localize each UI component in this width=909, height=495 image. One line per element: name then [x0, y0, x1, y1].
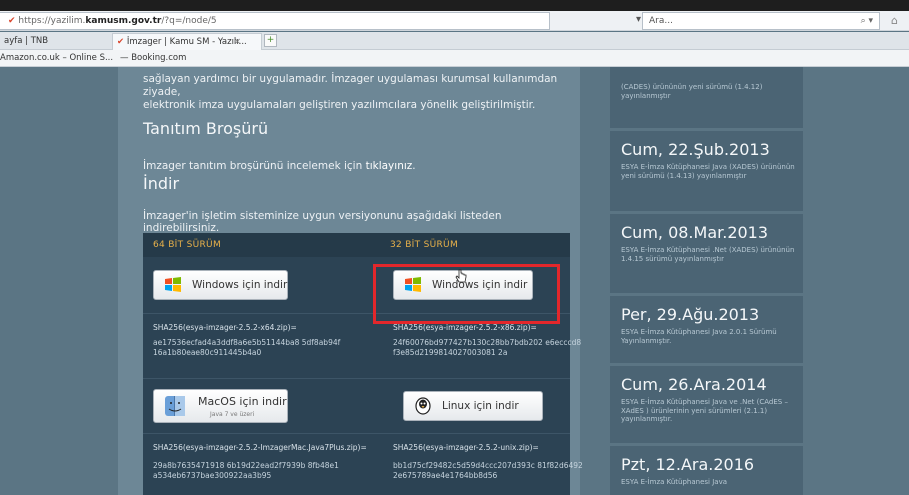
new-tab-button[interactable]: +: [264, 34, 277, 47]
bookmark-booking[interactable]: — Booking.com: [120, 50, 186, 66]
url-suffix: /?q=/node/5: [161, 16, 217, 26]
news-text: ESYA E-İmza Kütüphanesi Java: [621, 478, 728, 486]
brochure-link[interactable]: tıklayınız: [366, 160, 413, 172]
news-item[interactable]: Pzt, 12.Ara.2016 ESYA E-İmza Kütüphanesi…: [610, 446, 803, 495]
news-sidebar: (CADES) ürününün yeni sürümü (1.4.12) ya…: [610, 67, 803, 495]
url-prefix: https://yazilim.: [18, 16, 86, 26]
tab-label: İmzager | Kamu SM - Yazılı...: [126, 37, 247, 47]
close-tab-icon[interactable]: ×: [234, 34, 241, 50]
hash32-title: SHA256(esya-imzager-2.5.2-x86.zip)=: [393, 323, 537, 332]
search-placeholder: Ara...: [649, 16, 673, 26]
bookmark-amazon[interactable]: Amazon.co.uk – Online S...: [0, 50, 113, 66]
bookmark-label: Booking.com: [131, 53, 187, 63]
news-item[interactable]: Cum, 22.Şub.2013 ESYA E-İmza Kütüphanesi…: [610, 131, 803, 214]
intro-text: sağlayan yardımcı bir uygulamadır. İmzag…: [143, 73, 558, 111]
firefox-icon: ✔: [8, 16, 16, 26]
news-text: ESYA E-İmza Kütüphanesi Java ve .Net (CA…: [621, 398, 788, 423]
hashmac-title: SHA256(esya-imzager-2.5.2-ImzagerMac.Jav…: [153, 443, 367, 452]
brochure-heading: Tanıtım Broşürü: [143, 119, 269, 138]
news-date: Cum, 26.Ara.2014: [621, 375, 767, 394]
search-input[interactable]: Ara... ⌕ ▾: [642, 12, 880, 30]
firefox-tab-icon: ✔: [117, 37, 125, 47]
hash32-value: 24f60076bd977427b130c28bb7bdb202 e6ecccd…: [393, 338, 582, 357]
news-item[interactable]: (CADES) ürününün yeni sürümü (1.4.12) ya…: [610, 67, 803, 131]
hashunix-title: SHA256(esya-imzager-2.5.2-unix.zip)=: [393, 443, 539, 452]
hash64-title: SHA256(esya-imzager-2.5.2-x64.zip)=: [153, 323, 297, 332]
macos-finder-icon: [165, 396, 185, 416]
windows-icon: [165, 277, 181, 292]
news-text: ESYA E-İmza Kütüphanesi Java (XADES) ürü…: [621, 163, 795, 180]
download-text: İmzager'in işletim sisteminize uygun ver…: [143, 210, 502, 234]
hashmac-value: 29a8b7635471918 6b19d22ead2f7939b 8fb48e…: [153, 461, 339, 480]
table-header: 64 BİT SÜRÜM 32 BİT SÜRÜM: [143, 233, 570, 257]
linux-tux-icon: [415, 397, 431, 415]
brochure-text: İmzager tanıtım broşürünü incelemek için…: [143, 160, 416, 172]
button-label: Linux için indir: [442, 400, 519, 412]
button-sublabel: Java 7 ve üzeri: [210, 411, 255, 418]
hand-cursor-icon: [455, 269, 467, 283]
tab-label: ayfa | TNB: [4, 36, 49, 46]
tab-imzager[interactable]: ✔ İmzager | Kamu SM - Yazılı... ×: [112, 33, 262, 50]
search-icon[interactable]: ⌕ ▾: [861, 13, 873, 29]
button-label: Windows için indir: [192, 279, 288, 291]
row-divider: [143, 433, 570, 434]
col-64bit: 64 BİT SÜRÜM: [153, 240, 222, 250]
news-date: Cum, 08.Mar.2013: [621, 223, 769, 242]
window-titlebar: [0, 0, 909, 11]
hashunix-value: bb1d75cf29482c5d59d4ccc207d393c 81f82d64…: [393, 461, 583, 480]
news-item[interactable]: Per, 29.Ağu.2013 ESYA E-İmza Kütüphanesi…: [610, 296, 803, 366]
news-text: ESYA E-İmza Kütüphanesi .Net (XADES) ürü…: [621, 246, 795, 263]
url-domain: kamusm.gov.tr: [85, 16, 162, 26]
button-label: MacOS için indir: [198, 395, 287, 408]
news-text: ESYA E-İmza Kütüphanesi Java 2.0.1 Sürüm…: [621, 328, 777, 345]
hash64-value: ae17536ecfad4a3ddf8a6e5b51144ba8 5df8ab9…: [153, 338, 341, 357]
news-item[interactable]: Cum, 08.Mar.2013 ESYA E-İmza Kütüphanesi…: [610, 214, 803, 296]
linux-download-button[interactable]: Linux için indir: [403, 391, 543, 421]
row-divider: [143, 378, 570, 379]
news-date: Per, 29.Ağu.2013: [621, 305, 760, 324]
windows-64-download-button[interactable]: Windows için indir: [153, 270, 288, 300]
news-date: Cum, 22.Şub.2013: [621, 140, 770, 159]
col-32bit: 32 BİT SÜRÜM: [390, 240, 459, 250]
download-heading: İndir: [143, 174, 180, 193]
navigation-bar: ✔ https://yazilim.kamusm.gov.tr/?q=/node…: [0, 11, 909, 31]
news-item[interactable]: Cum, 26.Ara.2014 ESYA E-İmza Kütüphanesi…: [610, 366, 803, 446]
tab-tnb[interactable]: ayfa | TNB: [0, 33, 110, 50]
macos-download-button[interactable]: MacOS için indir Java 7 ve üzeri: [153, 389, 288, 423]
tab-bar: ayfa | TNB ✔ İmzager | Kamu SM - Yazılı.…: [0, 32, 909, 50]
bookmarks-bar: Amazon.co.uk – Online S... — Booking.com: [0, 50, 909, 67]
address-bar[interactable]: ✔ https://yazilim.kamusm.gov.tr/?q=/node…: [0, 12, 550, 30]
news-date: Pzt, 12.Ara.2016: [621, 455, 755, 474]
news-text: (CADES) ürününün yeni sürümü (1.4.12) ya…: [621, 83, 763, 100]
home-icon[interactable]: ⌂: [891, 14, 898, 27]
